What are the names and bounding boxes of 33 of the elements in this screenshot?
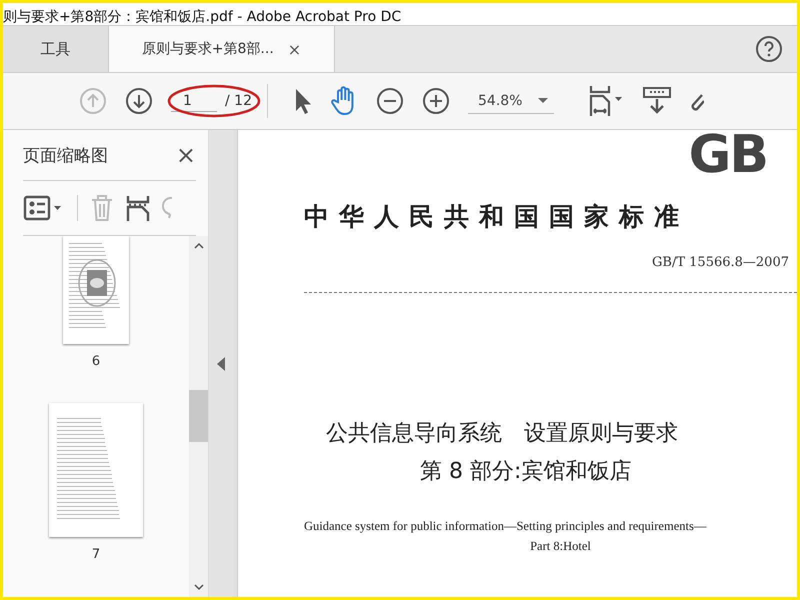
page-number-field[interactable]: 1 [171,90,217,112]
close-icon[interactable]: × [176,141,196,169]
collapse-panel-icon[interactable] [217,356,225,370]
english-title: Guidance system for public information—Setting principles and requirements— [304,518,708,535]
english-title: Part 8:Hotel [529,538,592,555]
help-icon[interactable] [755,35,783,63]
scroll-down-icon[interactable] [194,583,204,591]
keyboard-icon[interactable] [642,86,672,116]
scrollbar-thumb[interactable] [189,390,208,442]
scroll-up-icon[interactable] [194,242,204,250]
page-thumbnail[interactable] [63,236,129,344]
zoom-in-icon[interactable] [422,87,450,115]
seal-stamp-icon [77,258,117,308]
document-heading: 中华人民共和国国家标准 [304,201,690,233]
document-title: 第 8 部分:宾馆和饭店 [420,458,632,486]
zoom-dropdown[interactable]: 54.8% [468,88,554,114]
window-title: 则与要求+第8部分：宾馆和饭店.pdf - Adobe Acrobat Pro DC [3,9,402,25]
page-total: / 12 [225,93,252,109]
page-number-label: 7 [92,547,100,562]
standard-number: GB/T 15566.8—2007 [652,255,789,270]
tab[interactable]: 原则与要求+第8部... × [109,26,335,72]
close-icon[interactable]: × [288,40,302,58]
panel-title: 页面缩略图 [23,144,108,166]
page-split-icon[interactable] [126,194,150,222]
scrollbar-track[interactable] [189,236,208,597]
page-thumbnail[interactable] [49,403,143,537]
document-title: 公共信息导向系统 设置原则与要求 [326,420,679,448]
next-page-icon[interactable] [125,87,153,115]
gb-logo: GB [688,130,767,186]
fit-page-icon[interactable] [588,85,624,117]
page-number-label: 6 [92,354,100,369]
zoom-out-icon[interactable] [376,87,404,115]
tab[interactable]: 工具 [3,26,109,72]
